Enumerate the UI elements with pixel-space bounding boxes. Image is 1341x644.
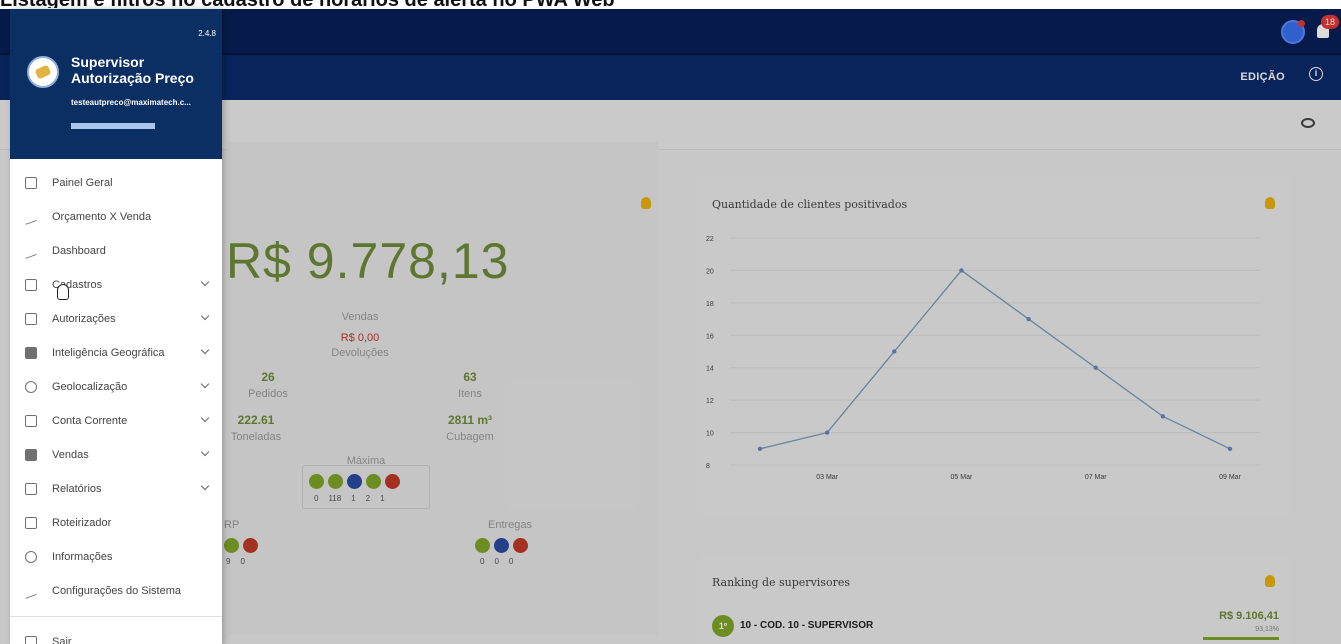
app-name: Supervisor Autorização Preço — [71, 54, 194, 86]
menu-item-orcamento-venda[interactable]: Orçamento X Venda — [10, 200, 222, 234]
menu-divider — [10, 616, 222, 617]
menu-item-label: Orçamento X Venda — [52, 211, 152, 223]
grid-icon — [25, 177, 37, 189]
document-icon — [25, 347, 37, 359]
report-icon — [25, 483, 37, 495]
menu-item-conta-corrente[interactable]: Conta Corrente — [10, 404, 222, 438]
chevron-down-icon — [200, 379, 210, 389]
chart-bars-icon — [25, 208, 37, 226]
menu-item-dashboard[interactable]: Dashboard — [10, 234, 222, 268]
menu-item-cadastros[interactable]: Cadastros — [10, 268, 222, 302]
menu-item-sair[interactable]: Sair — [10, 625, 222, 644]
menu-item-label: Roteirizador — [52, 517, 112, 529]
chevron-down-icon — [200, 311, 210, 321]
chevron-down-icon — [200, 447, 210, 457]
menu-item-painel-geral[interactable]: Painel Geral — [10, 166, 222, 200]
checkbox-icon — [25, 313, 37, 325]
chevron-down-icon — [200, 345, 210, 355]
app-logo — [27, 56, 59, 88]
menu-item-relatorios[interactable]: Relatórios — [10, 472, 222, 506]
drawer-menu: Painel Geral Orçamento X Venda Dashboard… — [10, 166, 222, 644]
document-icon — [25, 449, 37, 461]
menu-item-configuracoes[interactable]: Configurações do Sistema — [10, 574, 222, 608]
chevron-down-icon — [200, 277, 210, 287]
menu-item-label: Dashboard — [52, 245, 106, 257]
menu-item-roteirizador[interactable]: Roteirizador — [10, 506, 222, 540]
user-email: testeautpreco@maximatech.c... — [71, 98, 191, 107]
chevron-down-icon — [200, 413, 210, 423]
menu-item-label: Configurações do Sistema — [52, 585, 182, 597]
menu-item-label: Vendas — [52, 449, 89, 461]
settings-icon — [25, 582, 37, 600]
progress-bar — [71, 123, 155, 129]
menu-item-label: Informações — [52, 551, 113, 563]
bank-icon — [25, 415, 37, 427]
chevron-down-icon — [200, 481, 210, 491]
info-icon — [25, 551, 37, 563]
menu-item-autorizacoes[interactable]: Autorizações — [10, 302, 222, 336]
app-version: 2.4.8 — [198, 29, 216, 38]
trend-icon — [25, 242, 37, 260]
logout-icon — [25, 636, 37, 644]
menu-item-vendas[interactable]: Vendas — [10, 438, 222, 472]
menu-item-geolocalizacao[interactable]: Geolocalização — [10, 370, 222, 404]
menu-item-label: Sair — [52, 636, 72, 644]
location-pin-icon — [25, 381, 37, 393]
menu-item-label: Relatórios — [52, 483, 102, 495]
mouse-cursor — [57, 284, 69, 300]
menu-item-label: Conta Corrente — [52, 415, 128, 427]
menu-item-label: Inteligência Geográfica — [52, 347, 165, 359]
document-title: Listagem e filtros no cadastro de horári… — [0, 0, 615, 8]
menu-item-label: Autorizações — [52, 313, 116, 325]
menu-item-informacoes[interactable]: Informações — [10, 540, 222, 574]
drawer-header: 2.4.8 Supervisor Autorização Preço teste… — [10, 9, 222, 159]
edit-box-icon — [25, 279, 37, 291]
navigation-drawer: 2.4.8 Supervisor Autorização Preço teste… — [10, 9, 222, 644]
menu-item-label: Geolocalização — [52, 381, 128, 393]
map-icon — [25, 517, 37, 529]
menu-item-label: Painel Geral — [52, 177, 113, 189]
menu-item-inteligencia-geografica[interactable]: Inteligência Geográfica — [10, 336, 222, 370]
